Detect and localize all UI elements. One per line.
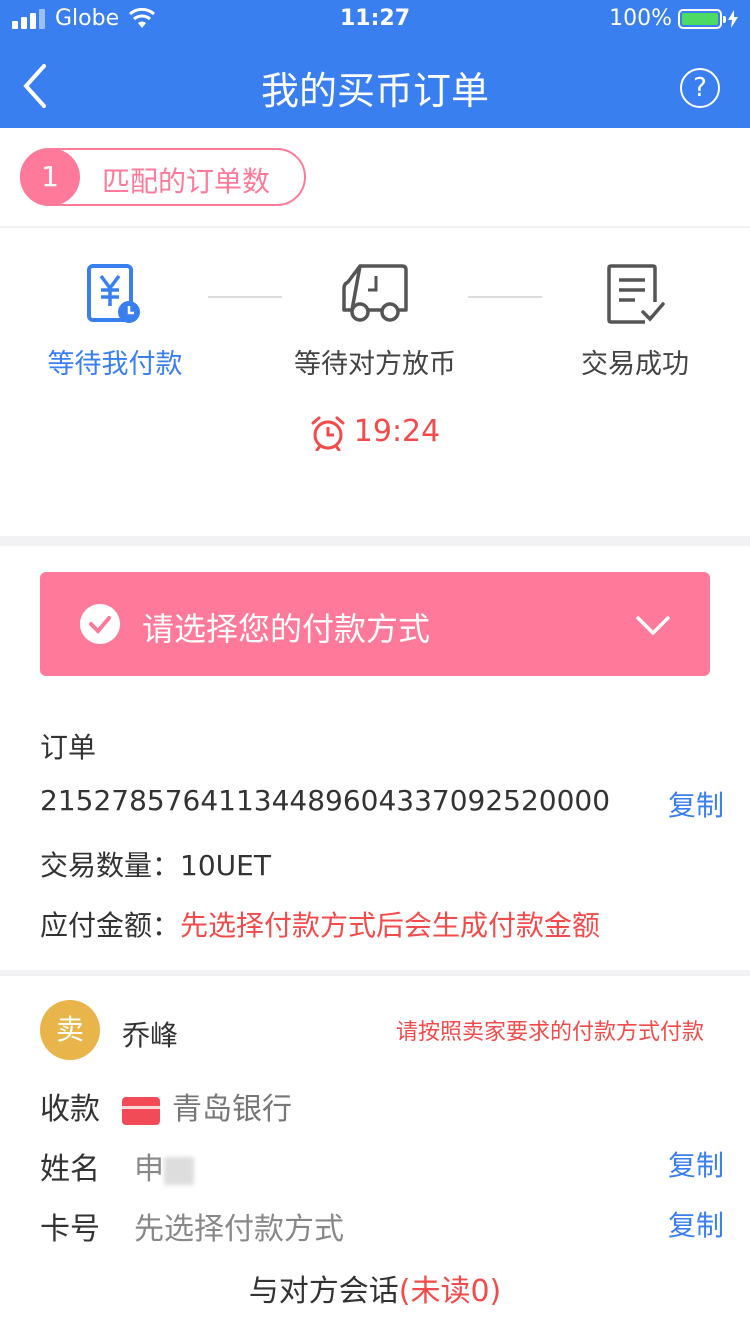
nav-bar: 我的买币订单 ? (0, 40, 750, 128)
payment-method-dropdown[interactable]: 请选择您的付款方式 (40, 572, 710, 676)
step-divider (468, 296, 542, 298)
matched-orders-label: 匹配的订单数 (102, 165, 271, 198)
match-section: 1 匹配的订单数 (0, 128, 750, 226)
payment-method-label: 请选择您的付款方式 (142, 610, 431, 648)
payment-section: 请选择您的付款方式 (0, 546, 750, 702)
order-progress: 等待我付款 等待对方放币 交易成功 19:24 (0, 228, 750, 536)
amount-label: 应付金额： (40, 909, 181, 942)
copy-name-button[interactable]: 复制 (668, 1144, 724, 1184)
seller-name: 乔峰 (122, 1019, 179, 1052)
seller-hint: 请按照卖家要求的付款方式付款 (395, 1020, 704, 1045)
step-divider (208, 296, 282, 298)
step-label: 等待我付款 (47, 349, 183, 380)
step-awaiting-payment: 等待我付款 (15, 264, 215, 381)
page-title: 我的买币订单 (260, 69, 489, 113)
battery-percent: 100% (609, 6, 672, 31)
card-label: 卡号 (40, 1212, 100, 1247)
document-check-icon (607, 264, 665, 324)
order-info: 订单 21527857641134489604337092520000 复制 交… (0, 702, 750, 970)
step-trade-success: 交易成功 (535, 264, 735, 381)
charging-icon (728, 9, 738, 28)
redacted-name (164, 1156, 194, 1185)
timer-value: 19:24 (353, 414, 441, 449)
check-circle-icon (80, 604, 120, 644)
bank-name: 青岛银行 (172, 1092, 292, 1127)
battery-icon (678, 8, 726, 29)
step-awaiting-release: 等待对方放币 (275, 264, 475, 381)
amount-value: 先选择付款方式后会生成付款金额 (180, 909, 601, 942)
yen-clock-icon (87, 264, 140, 323)
card-number: 先选择付款方式 (134, 1212, 344, 1247)
alarm-clock-icon (311, 416, 345, 451)
receive-label: 收款 (40, 1092, 100, 1127)
name-label: 姓名 (40, 1152, 100, 1187)
order-number: 21527857641134489604337092520000 (40, 784, 611, 817)
quantity-label: 交易数量： (40, 849, 181, 882)
copy-card-button[interactable]: 复制 (668, 1204, 724, 1244)
status-bar: Globe 11:27 100% (0, 0, 750, 40)
copy-order-button[interactable]: 复制 (668, 784, 724, 824)
truck-icon (342, 264, 408, 322)
quantity-row: 交易数量：10UET (40, 844, 271, 884)
amount-row: 应付金额：先选择付款方式后会生成付款金额 (40, 904, 600, 944)
chat-label: 与对方会话 (248, 1274, 399, 1309)
matched-count-badge: 1 (20, 148, 80, 206)
countdown-timer: 19:24 (0, 414, 750, 451)
holder-name-row: 申 (134, 1144, 194, 1188)
bank-card-icon (122, 1096, 160, 1125)
step-label: 等待对方放币 (294, 349, 456, 380)
bank-row: 青岛银行 (122, 1084, 292, 1128)
step-label: 交易成功 (581, 349, 689, 380)
order-heading: 订单 (40, 731, 97, 764)
seller-info: 卖 乔峰 请按照卖家要求的付款方式付款 收款 青岛银行 姓名 申 复制 卡号 先… (0, 976, 750, 1334)
seller-avatar: 卖 (40, 1000, 100, 1060)
unread-count: (未读0) (398, 1274, 502, 1309)
holder-name: 申 (134, 1152, 164, 1187)
quantity-value: 10UET (180, 849, 271, 882)
matched-orders-pill[interactable]: 1 匹配的订单数 (20, 148, 306, 206)
chat-link[interactable]: 与对方会话(未读0) (0, 1266, 750, 1310)
help-icon[interactable]: ? (680, 68, 720, 108)
chevron-down-icon (636, 616, 670, 636)
